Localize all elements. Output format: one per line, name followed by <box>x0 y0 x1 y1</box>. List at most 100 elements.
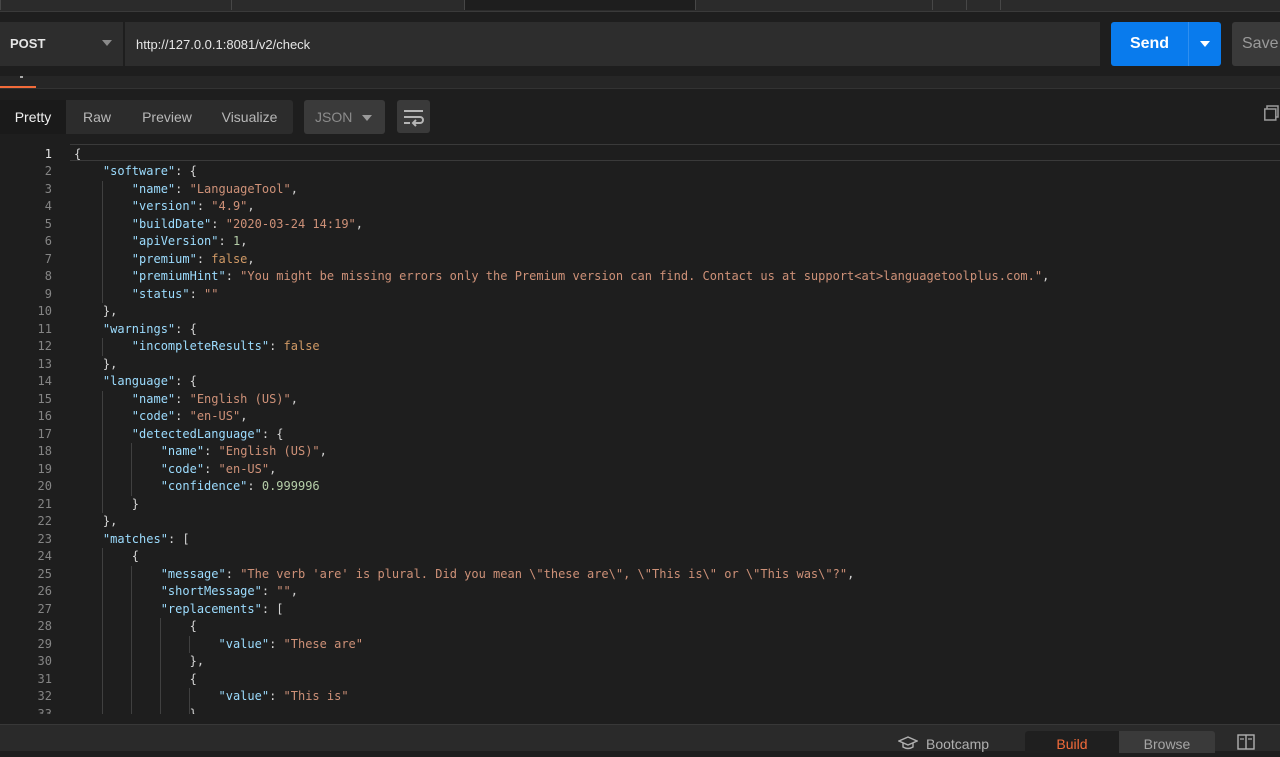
line-number: 15 <box>37 391 52 406</box>
code-line: "code": "en-US", <box>131 409 248 423</box>
request-tab-active[interactable] <box>464 0 696 10</box>
code-line: "name": "English (US)", <box>160 444 327 458</box>
line-number: 30 <box>37 654 52 668</box>
wrap-lines-icon <box>404 110 424 127</box>
request-tab[interactable] <box>966 0 1001 10</box>
request-tab-strip <box>0 0 1280 12</box>
format-select[interactable]: JSON <box>304 100 385 134</box>
status-bar: Bootcamp Build Browse <box>0 724 1280 753</box>
line-number: 1 <box>44 146 52 161</box>
code-line: "version": "4.9", <box>131 199 255 213</box>
code-line: "name": "LanguageTool", <box>131 181 298 196</box>
code-line: "premiumHint": "You might be missing err… <box>131 269 1050 283</box>
line-number: 17 <box>37 426 52 441</box>
graduation-cap-icon <box>898 736 918 750</box>
request-tab[interactable] <box>695 0 928 10</box>
code-line: "premium": false, <box>131 251 255 266</box>
line-number: 9 <box>44 286 52 301</box>
save-button[interactable]: Save <box>1232 22 1280 66</box>
request-tab[interactable] <box>932 0 967 10</box>
two-pane-layout-icon[interactable] <box>1237 734 1255 750</box>
code-line: "shortMessage": "", <box>160 584 298 598</box>
active-tab-indicator <box>0 86 36 88</box>
line-number: 7 <box>44 251 52 266</box>
line-number: 14 <box>37 374 52 388</box>
current-line-highlight <box>70 144 1280 161</box>
section-divider <box>0 76 1280 89</box>
line-number: 22 <box>37 514 52 528</box>
code-line: "apiVersion": 1, <box>131 234 248 248</box>
format-label: JSON <box>315 109 353 125</box>
line-number: 18 <box>37 444 52 458</box>
line-number: 24 <box>37 549 52 563</box>
line-number: 11 <box>37 321 52 336</box>
response-toolbar: Pretty Raw Preview Visualize JSON <box>0 98 1280 136</box>
method-select[interactable]: POST <box>0 22 124 66</box>
code-line: "software": { <box>102 164 197 178</box>
response-body-editor[interactable]: 1 2 3 4 5 6 7 8 9 10 11 12 13 14 15 16 17 18 19 20 21 22 23 24 2… <box>0 144 1280 714</box>
code-line: "code": "en-US", <box>160 461 277 476</box>
line-number: 26 <box>37 584 52 598</box>
line-number: 8 <box>44 269 52 283</box>
method-label: POST <box>10 36 46 51</box>
chevron-down-icon <box>102 40 112 46</box>
code-line: "buildDate": "2020-03-24 14:19", <box>131 216 364 231</box>
code-line: "detectedLanguage": { <box>131 426 284 441</box>
tab-preview[interactable]: Preview <box>128 100 206 134</box>
code-line: }, <box>74 706 205 715</box>
code-line: { <box>74 619 197 633</box>
code-line: { <box>74 146 82 161</box>
code-line: "name": "English (US)", <box>131 391 298 406</box>
code-line: } <box>74 496 140 511</box>
line-number: 10 <box>37 304 52 318</box>
code-line: "message": "The verb 'are' is plural. Di… <box>160 566 855 581</box>
url-input[interactable] <box>125 22 1100 66</box>
wrap-lines-button[interactable] <box>397 100 430 133</box>
line-number: 21 <box>37 496 52 511</box>
tab-visualize[interactable]: Visualize <box>206 100 293 134</box>
code-line: }, <box>74 514 118 528</box>
line-number: 28 <box>37 619 52 633</box>
request-bar: POST Send Save <box>0 22 1280 66</box>
code-line: }, <box>74 304 118 318</box>
line-number: 33 <box>37 706 52 715</box>
line-number: 16 <box>37 409 52 423</box>
copy-icon[interactable] <box>1264 105 1280 121</box>
code-line: "value": "This is" <box>218 689 349 703</box>
line-number: 29 <box>37 636 52 651</box>
line-number: 12 <box>37 339 52 353</box>
response-view-tabs: Pretty Raw Preview Visualize <box>0 100 293 134</box>
tab-raw[interactable]: Raw <box>66 100 128 134</box>
code-line: "replacements": [ <box>160 601 284 616</box>
tab-pretty[interactable]: Pretty <box>0 100 66 134</box>
send-button[interactable]: Send <box>1111 22 1188 66</box>
divider-mark <box>20 76 23 78</box>
line-number: 2 <box>44 164 52 178</box>
request-tab[interactable] <box>1000 0 1280 10</box>
code-line: { <box>74 549 140 563</box>
line-number: 32 <box>37 689 52 703</box>
code-line: }, <box>74 654 205 668</box>
line-number: 27 <box>37 601 52 616</box>
code-line: { <box>74 671 197 686</box>
line-number: 6 <box>44 234 52 248</box>
line-number: 20 <box>37 479 52 493</box>
line-number: 23 <box>37 531 52 546</box>
code-line: "language": { <box>102 374 197 388</box>
line-number: 5 <box>44 216 52 231</box>
code-line: "matches": [ <box>102 531 190 546</box>
line-number: 19 <box>37 461 52 476</box>
request-tab[interactable] <box>0 0 231 10</box>
code-line: "warnings": { <box>102 321 197 336</box>
line-number: 13 <box>37 356 52 371</box>
line-number: 3 <box>44 181 52 196</box>
code-line: "confidence": 0.999996 <box>160 479 320 493</box>
line-number: 31 <box>37 671 52 686</box>
chevron-down-icon <box>362 115 372 121</box>
line-number: 25 <box>37 566 52 581</box>
code-line: "incompleteResults": false <box>131 339 320 353</box>
code-line: "status": "" <box>131 286 219 301</box>
request-tab[interactable] <box>231 0 464 10</box>
send-options-button[interactable] <box>1188 22 1221 66</box>
code-line: "value": "These are" <box>218 636 364 651</box>
